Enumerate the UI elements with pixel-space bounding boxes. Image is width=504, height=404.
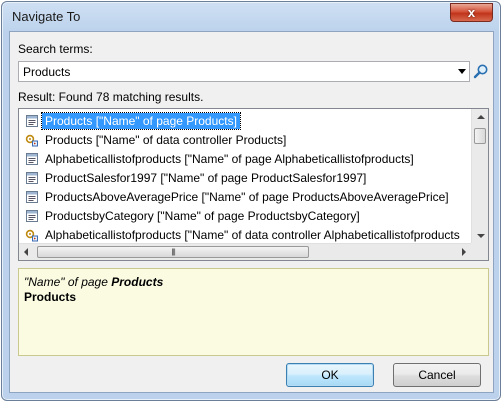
list-item-label: Alphabeticallistofproducts ["Name" of da…: [45, 228, 460, 242]
search-combobox[interactable]: [18, 61, 470, 82]
list-item-label: Alphabeticallistofproducts ["Name" of pa…: [45, 152, 414, 166]
list-item-label: ProductsAboveAveragePrice ["Name" of pag…: [45, 190, 449, 204]
navigate-to-dialog: Navigate To x Search terms: Result: Foun…: [1, 1, 501, 401]
page-icon: [25, 190, 39, 204]
horizontal-scrollbar[interactable]: ||||: [19, 243, 471, 260]
vertical-scrollbar[interactable]: [471, 109, 488, 244]
page-icon: [25, 171, 39, 185]
data-controller-icon: [25, 228, 39, 242]
search-terms-label: Search terms:: [18, 42, 93, 56]
results-rows: Products ["Name" of page Products] Produc…: [19, 109, 471, 244]
result-summary: Result: Found 78 matching results.: [18, 90, 204, 104]
details-kind: "Name" of page: [24, 275, 112, 289]
search-input[interactable]: [23, 64, 443, 80]
list-item-label: Products ["Name" of data controller Prod…: [45, 133, 287, 147]
page-icon: [25, 114, 39, 128]
scrollbar-corner: [471, 243, 488, 260]
details-line-2: Products: [24, 290, 77, 304]
search-icon[interactable]: [473, 63, 489, 79]
data-controller-icon: [25, 133, 39, 147]
grip-icon: ||||: [171, 249, 175, 256]
dialog-body: Search terms: Result: Found 78 matching …: [9, 31, 494, 393]
scroll-right-icon[interactable]: [462, 248, 466, 256]
scroll-down-icon[interactable]: [477, 234, 485, 238]
details-panel: "Name" of page Products Products: [18, 268, 489, 356]
scroll-left-icon[interactable]: [24, 248, 28, 256]
vertical-scroll-thumb[interactable]: [474, 128, 486, 144]
window-title: Navigate To: [12, 9, 81, 24]
list-item-label: ProductsbyCategory ["Name" of page Produ…: [45, 209, 360, 223]
close-icon: x: [467, 5, 476, 20]
title-bar[interactable]: Navigate To x: [2, 2, 500, 32]
list-item-label: Products ["Name" of page Products]: [41, 112, 241, 130]
page-icon: [25, 152, 39, 166]
page-icon: [25, 209, 39, 223]
chevron-down-icon[interactable]: [458, 69, 466, 74]
list-item-label: ProductSalesfor1997 ["Name" of page Prod…: [45, 171, 367, 185]
results-list[interactable]: Products ["Name" of page Products] Produc…: [18, 108, 489, 261]
scroll-up-icon[interactable]: [477, 115, 485, 119]
details-line-1: "Name" of page Products: [24, 275, 163, 289]
horizontal-scroll-thumb[interactable]: ||||: [37, 246, 309, 258]
close-button[interactable]: x: [450, 3, 493, 22]
cancel-button[interactable]: Cancel: [393, 363, 481, 387]
ok-button[interactable]: OK: [286, 363, 374, 387]
details-name: Products: [111, 275, 164, 289]
